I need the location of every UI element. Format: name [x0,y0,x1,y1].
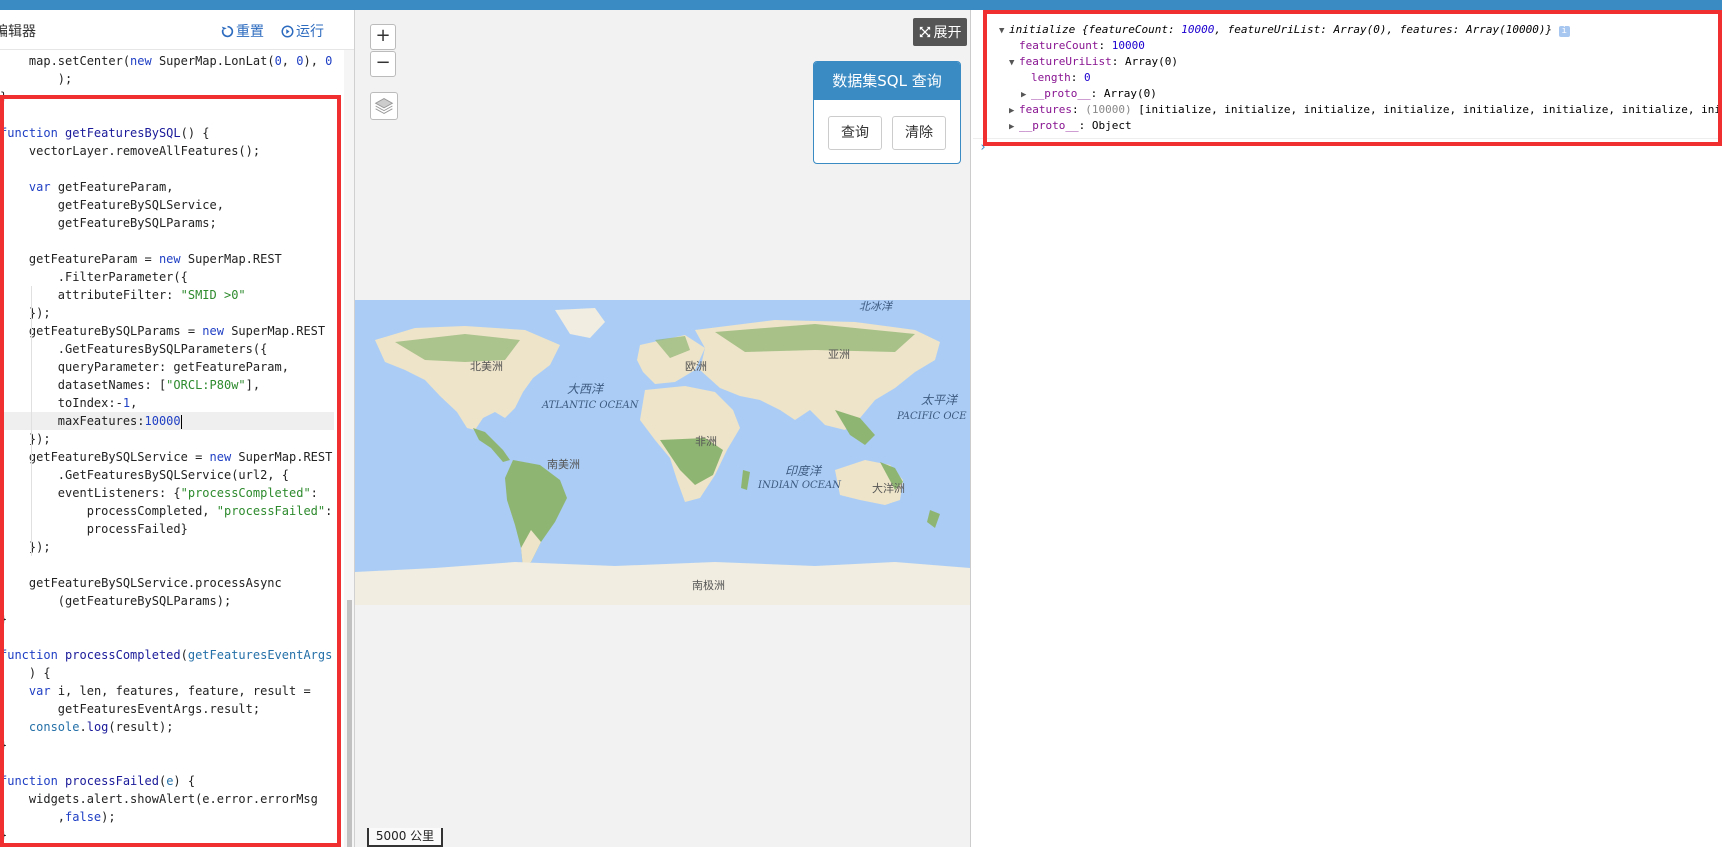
reset-button[interactable]: 重置 [221,21,264,41]
zoom-in-button[interactable]: + [370,24,396,50]
layers-icon [374,98,394,114]
label-atlantic-cn: 大西洋 [567,382,605,396]
code-highlight-box [0,95,341,847]
label-antarctica: 南极洲 [692,578,725,592]
sql-query-panel: 数据集SQL 查询 查询 清除 [813,61,961,164]
label-asia: 亚洲 [828,348,850,361]
play-circle-icon [281,24,294,38]
label-south-america: 南美洲 [547,458,580,471]
panel-title: 数据集SQL 查询 [814,62,960,100]
code-line[interactable]: map.setCenter(new SuperMap.LonLat(0, 0),… [0,52,334,70]
code-token: ); [0,72,73,86]
label-arctic: 北冰洋 [859,300,894,313]
expand-button[interactable]: 展开 [913,18,967,46]
clear-button[interactable]: 清除 [892,116,946,150]
editor-scrollbar-thumb[interactable] [347,600,352,847]
editor-header: 编辑器 重置 运行 [0,10,354,50]
code-line[interactable]: ); [0,70,334,88]
map-view[interactable]: + − 展开 数据集SQL 查询 查询 清除 北冰洋 北美洲 欧洲 亚洲 大西洋… [355,10,970,847]
label-pacific-en: PACIFIC OCE [896,411,967,422]
layers-button[interactable] [370,92,398,120]
code-token: SuperMap.LonLat( [151,54,275,68]
label-europe: 欧洲 [685,360,707,373]
console-highlight-box [983,10,1722,146]
label-north-america: 北美洲 [470,360,503,373]
reset-icon [221,25,234,37]
world-map: 北冰洋 北美洲 欧洲 亚洲 大西洋 ATLANTIC OCEAN 太平洋 PAC… [355,300,970,605]
run-label: 运行 [296,24,324,40]
antarctica-land [355,562,970,605]
label-africa: 非洲 [695,435,717,448]
code-token: ), [303,54,326,68]
code-token: new [130,54,152,68]
run-button[interactable]: 运行 [281,21,324,41]
label-atlantic-en: ATLANTIC OCEAN [541,400,640,411]
label-indian-en: INDIAN OCEAN [757,480,842,491]
expand-icon [919,26,930,38]
code-token: 0 [274,54,282,68]
code-token: map.setCenter( [0,54,131,68]
label-indian-cn: 印度洋 [785,464,823,478]
scale-bar: 5000 公里 [367,828,443,847]
label-pacific-cn: 太平洋 [921,393,959,407]
label-oceania: 大洋洲 [872,481,905,495]
query-button[interactable]: 查询 [828,116,882,150]
reset-label: 重置 [236,24,264,40]
top-bar [0,0,1722,10]
zoom-out-button[interactable]: − [370,51,396,77]
editor-title: 编辑器 [0,24,36,40]
code-token: 0 [325,54,333,68]
code-token: , [281,54,297,68]
expand-label: 展开 [933,25,962,41]
